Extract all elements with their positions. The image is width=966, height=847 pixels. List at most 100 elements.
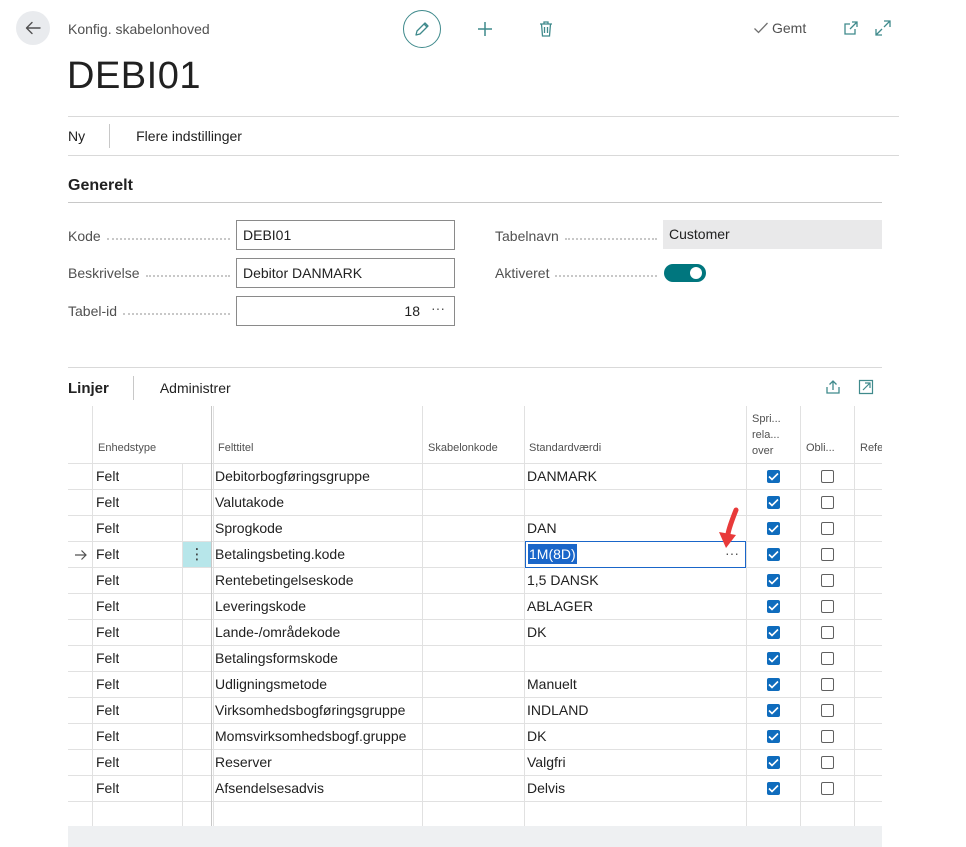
table-id-input[interactable]: 18: [236, 296, 455, 326]
skip-relation-checkbox[interactable]: [767, 626, 780, 639]
skip-relation-checkbox[interactable]: [767, 574, 780, 587]
cell-default-value[interactable]: Delvis: [527, 776, 742, 801]
skip-relation-checkbox[interactable]: [767, 782, 780, 795]
cell-template-code[interactable]: [426, 646, 521, 671]
new-record-button[interactable]: [471, 15, 499, 43]
cell-template-code[interactable]: [426, 724, 521, 749]
table-row[interactable]: Felt Rentebetingelseskode 1,5 DANSK: [68, 568, 882, 594]
skip-relation-checkbox[interactable]: [767, 652, 780, 665]
table-row[interactable]: Felt Virksomhedsbogføringsgruppe INDLAND: [68, 698, 882, 724]
col-header-skip-relation[interactable]: Spri... rela... over: [752, 411, 781, 459]
expand-lines-button[interactable]: [856, 377, 876, 397]
skip-relation-checkbox[interactable]: [767, 470, 780, 483]
cell-default-value[interactable]: DANMARK: [527, 464, 742, 489]
table-row[interactable]: Felt Debitorbogføringsgruppe DANMARK: [68, 464, 882, 490]
open-new-window-button[interactable]: [841, 18, 861, 38]
skip-relation-checkbox[interactable]: [767, 548, 780, 561]
mandatory-checkbox[interactable]: [821, 496, 834, 509]
col-header-type[interactable]: Enhedstype: [98, 440, 156, 456]
table-row[interactable]: Felt Udligningsmetode Manuelt: [68, 672, 882, 698]
cell-default-value[interactable]: INDLAND: [527, 698, 742, 723]
skip-relation-checkbox[interactable]: [767, 522, 780, 535]
col-header-field-caption[interactable]: Felttitel: [218, 440, 253, 456]
more-settings-action[interactable]: Flere indstillinger: [136, 128, 242, 144]
cell-type[interactable]: Felt: [96, 750, 119, 775]
skip-relation-checkbox[interactable]: [767, 756, 780, 769]
cell-field-caption[interactable]: Lande-/områdekode: [215, 620, 420, 645]
skip-relation-checkbox[interactable]: [767, 730, 780, 743]
cell-template-code[interactable]: [426, 542, 521, 567]
cell-field-caption[interactable]: Debitorbogføringsgruppe: [215, 464, 420, 489]
new-action[interactable]: Ny: [68, 128, 85, 144]
cell-default-value[interactable]: DAN: [527, 516, 742, 541]
col-header-reference[interactable]: Refe: [860, 440, 882, 456]
cell-field-caption[interactable]: Valutakode: [215, 490, 420, 515]
table-id-lookup-button[interactable]: ···: [431, 300, 445, 316]
cell-default-value[interactable]: ABLAGER: [527, 594, 742, 619]
manage-action[interactable]: Administrer: [160, 380, 231, 396]
cell-type[interactable]: Felt: [96, 698, 119, 723]
cell-type[interactable]: Felt: [96, 672, 119, 697]
mandatory-checkbox[interactable]: [821, 574, 834, 587]
skip-relation-checkbox[interactable]: [767, 678, 780, 691]
skip-relation-checkbox[interactable]: [767, 600, 780, 613]
delete-button[interactable]: [532, 15, 560, 43]
cell-template-code[interactable]: [426, 750, 521, 775]
cell-default-value[interactable]: Valgfri: [527, 750, 742, 775]
table-row[interactable]: Felt Leveringskode ABLAGER: [68, 594, 882, 620]
col-header-default-value[interactable]: Standardværdi: [529, 440, 601, 456]
cell-template-code[interactable]: [426, 490, 521, 515]
cell-default-value[interactable]: Manuelt: [527, 672, 742, 697]
mandatory-checkbox[interactable]: [821, 782, 834, 795]
cell-template-code[interactable]: [426, 568, 521, 593]
cell-type[interactable]: Felt: [96, 490, 119, 515]
expand-button[interactable]: [873, 18, 893, 38]
back-button[interactable]: [16, 11, 50, 45]
default-value-input[interactable]: 1M(8D): [528, 544, 577, 564]
cell-field-caption[interactable]: Momsvirksomhedsbogf.gruppe: [215, 724, 420, 749]
skip-relation-checkbox[interactable]: [767, 704, 780, 717]
cell-type[interactable]: Felt: [96, 516, 119, 541]
cell-default-value[interactable]: 1,5 DANSK: [527, 568, 742, 593]
lines-title[interactable]: Linjer: [68, 380, 109, 397]
table-row[interactable]: ⋮ Felt Betalingsbeting.kode 1M(8D) ···: [68, 541, 882, 568]
cell-type[interactable]: Felt: [96, 776, 119, 801]
cell-field-caption[interactable]: Betalingsformskode: [215, 646, 420, 671]
col-header-template-code[interactable]: Skabelonkode: [428, 440, 498, 456]
skip-relation-checkbox[interactable]: [767, 496, 780, 509]
cell-type[interactable]: Felt: [96, 620, 119, 645]
cell-type[interactable]: Felt: [96, 568, 119, 593]
mandatory-checkbox[interactable]: [821, 470, 834, 483]
cell-default-value[interactable]: [527, 490, 742, 515]
mandatory-checkbox[interactable]: [821, 548, 834, 561]
cell-field-caption[interactable]: Rentebetingelseskode: [215, 568, 420, 593]
share-button[interactable]: [823, 377, 843, 397]
cell-template-code[interactable]: [426, 516, 521, 541]
mandatory-checkbox[interactable]: [821, 652, 834, 665]
cell-field-caption[interactable]: Leveringskode: [215, 594, 420, 619]
table-row[interactable]: Felt Valutakode: [68, 490, 882, 516]
table-row[interactable]: Felt Betalingsformskode: [68, 646, 882, 672]
cell-default-value[interactable]: DK: [527, 620, 742, 645]
general-section-title[interactable]: Generelt: [68, 177, 133, 195]
cell-template-code[interactable]: [426, 594, 521, 619]
cell-field-caption[interactable]: Betalingsbeting.kode: [215, 542, 420, 567]
mandatory-checkbox[interactable]: [821, 600, 834, 613]
cell-template-code[interactable]: [426, 464, 521, 489]
row-menu-button[interactable]: ⋮: [183, 542, 211, 567]
edit-button[interactable]: [403, 10, 441, 48]
mandatory-checkbox[interactable]: [821, 730, 834, 743]
col-header-mandatory[interactable]: Obli...: [806, 440, 835, 456]
cell-field-caption[interactable]: Reserver: [215, 750, 420, 775]
description-input[interactable]: Debitor DANMARK: [236, 258, 455, 288]
mandatory-checkbox[interactable]: [821, 522, 834, 535]
table-row[interactable]: Felt Lande-/områdekode DK: [68, 620, 882, 646]
cell-template-code[interactable]: [426, 698, 521, 723]
cell-type[interactable]: Felt: [96, 542, 119, 567]
table-row[interactable]: Felt Afsendelsesadvis Delvis: [68, 776, 882, 802]
cell-field-caption[interactable]: Sprogkode: [215, 516, 420, 541]
cell-template-code[interactable]: [426, 620, 521, 645]
cell-type[interactable]: Felt: [96, 464, 119, 489]
table-row[interactable]: Felt Momsvirksomhedsbogf.gruppe DK: [68, 724, 882, 750]
table-row[interactable]: Felt Sprogkode DAN: [68, 516, 882, 542]
